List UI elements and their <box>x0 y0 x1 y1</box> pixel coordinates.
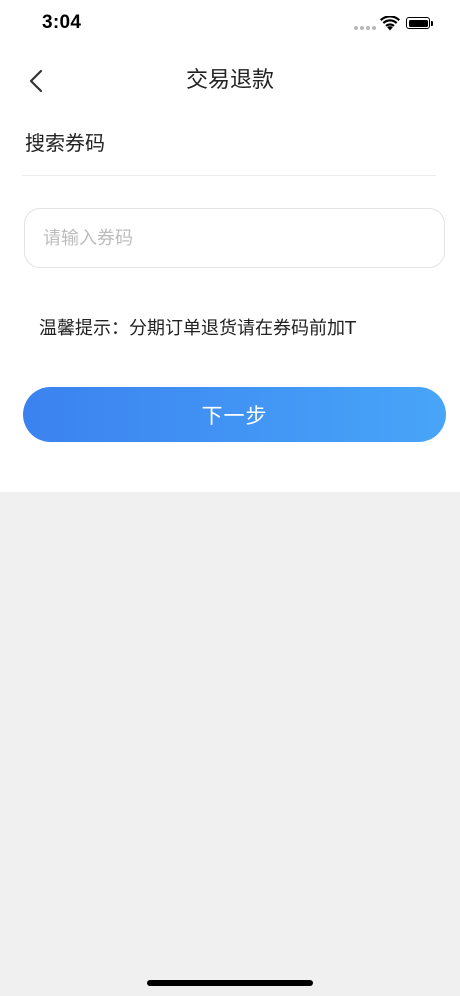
section-label: 搜索券码 <box>25 131 105 155</box>
content-panel: 3:04 交易退款 搜索券码 温馨提示：分期订单退货请在券码前加T 下一步 <box>0 0 460 492</box>
page-title: 交易退款 <box>185 68 274 93</box>
home-indicator[interactable] <box>147 980 313 986</box>
cellular-signal-icon <box>354 26 376 30</box>
next-button[interactable]: 下一步 <box>23 387 446 442</box>
divider <box>22 175 436 176</box>
status-time: 3:04 <box>42 12 82 33</box>
battery-cap <box>431 21 433 26</box>
coupon-code-input[interactable] <box>24 208 445 268</box>
battery-icon <box>406 17 430 29</box>
tip-text: 温馨提示：分期订单退货请在券码前加T <box>39 318 356 339</box>
wifi-icon <box>380 16 400 31</box>
